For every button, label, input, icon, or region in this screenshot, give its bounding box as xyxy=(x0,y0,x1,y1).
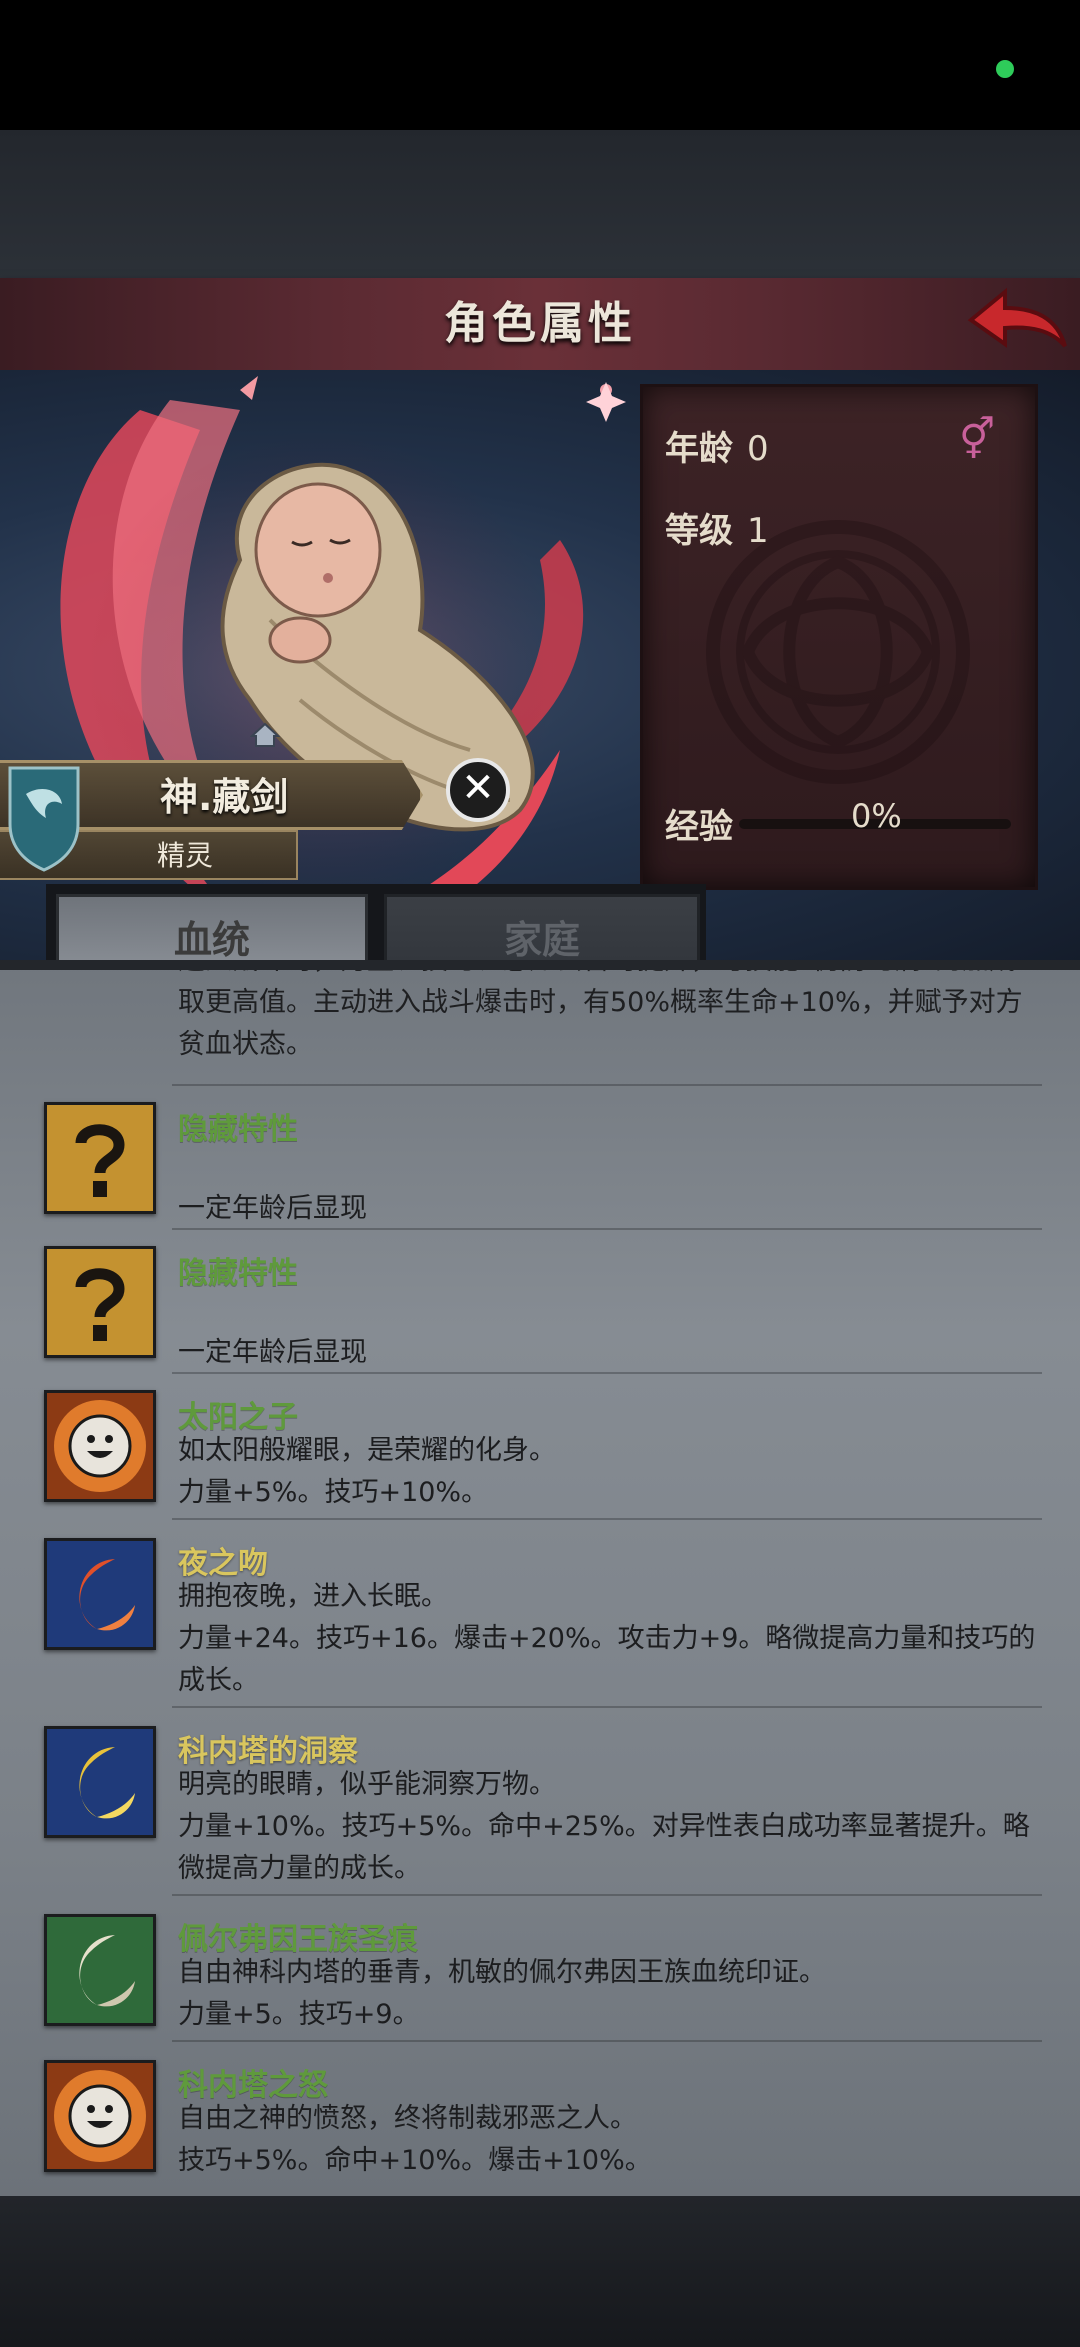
home-icon xyxy=(250,722,280,747)
divider xyxy=(172,1372,1042,1374)
divider xyxy=(172,1894,1042,1896)
list-top-edge xyxy=(0,960,1080,970)
trait-line-1: 明亮的眼睛，似乎能洞察万物。 xyxy=(178,1769,556,1800)
question-mark-icon xyxy=(44,1246,156,1358)
divider xyxy=(172,2040,1042,2042)
divider xyxy=(172,1518,1042,1520)
character-name: 神.藏剑 xyxy=(160,775,289,819)
trait-line-1: 自由之神的愤怒，终将制裁邪恶之人。 xyxy=(178,2103,637,2134)
exp-value: 0% xyxy=(851,797,902,835)
celtic-knot-emblem xyxy=(706,520,970,784)
divider xyxy=(172,1706,1042,1708)
trait-line-1: 自由神科内塔的垂青，机敏的佩尔弗因王族血统印证。 xyxy=(178,1957,826,1988)
trait-list[interactable]: 遇入战斗时，力量、技巧、感知会暂时提升，与技能“仍防巧病”的加成取更高值。主动进… xyxy=(0,960,1080,2196)
back-arrow-icon[interactable] xyxy=(965,286,1069,362)
age-label: 年龄 xyxy=(665,429,733,469)
trait-line-1: 拥抱夜晚，进入长眠。 xyxy=(178,1581,448,1612)
sun-face-icon xyxy=(44,1390,156,1502)
partial-trait-description: 遇入战斗时，力量、技巧、感知会暂时提升，与技能“仍防巧病”的加成取更高值。主动进… xyxy=(178,960,1023,1060)
gold-crescent-icon xyxy=(44,1726,156,1838)
red-crescent-icon xyxy=(44,1538,156,1650)
trait-line-2: 力量+24。技巧+16。爆击+20%。攻击力+9。略微提高力量和技巧的成长。 xyxy=(178,1623,1036,1696)
level-label: 等级 xyxy=(665,511,733,551)
sun-face-icon xyxy=(44,2060,156,2172)
stats-panel: 年龄 0 ⚥ 等级 1 经验 0% xyxy=(640,384,1038,890)
trait-line-2: 技巧+5%。命中+10%。爆击+10%。 xyxy=(178,2145,652,2176)
age-row: 年龄 0 xyxy=(665,421,769,470)
trait-line-1: 如太阳般耀眼，是荣耀的化身。 xyxy=(178,1435,556,1466)
white-crescent-icon xyxy=(44,1914,156,2026)
question-mark-icon xyxy=(44,1102,156,1214)
age-value: 0 xyxy=(747,429,769,469)
status-bar xyxy=(0,0,1080,130)
trait-line-2: 一定年龄后显现 xyxy=(178,1193,367,1224)
trait-line-2: 力量+5%。技巧+10%。 xyxy=(178,1477,489,1508)
trait-line-2: 一定年龄后显现 xyxy=(178,1337,367,1368)
close-button[interactable]: ✕ xyxy=(446,758,510,822)
exp-row: 经验 xyxy=(665,799,733,848)
trait-title: 隐藏特性 xyxy=(178,1256,298,1291)
divider xyxy=(172,1084,1042,1086)
top-band xyxy=(0,130,1080,280)
level-value: 1 xyxy=(747,511,769,551)
bottom-band xyxy=(0,2196,1080,2347)
trait-title: 隐藏特性 xyxy=(178,1112,298,1147)
trait-line-2: 力量+5。技巧+9。 xyxy=(178,1999,420,2030)
status-indicator-dot xyxy=(996,60,1014,78)
dragon-shield-icon xyxy=(8,766,80,872)
gender-icon: ⚥ xyxy=(959,417,996,463)
level-row: 等级 1 xyxy=(665,503,769,552)
divider xyxy=(172,1228,1042,1230)
trait-line-2: 力量+10%。技巧+5%。命中+25%。对异性表白成功率显著提升。略微提高力量的… xyxy=(178,1811,1030,1884)
exp-label: 经验 xyxy=(665,807,733,847)
page-title: 角色属性 xyxy=(444,298,636,349)
title-bar: 角色属性 xyxy=(0,278,1080,374)
